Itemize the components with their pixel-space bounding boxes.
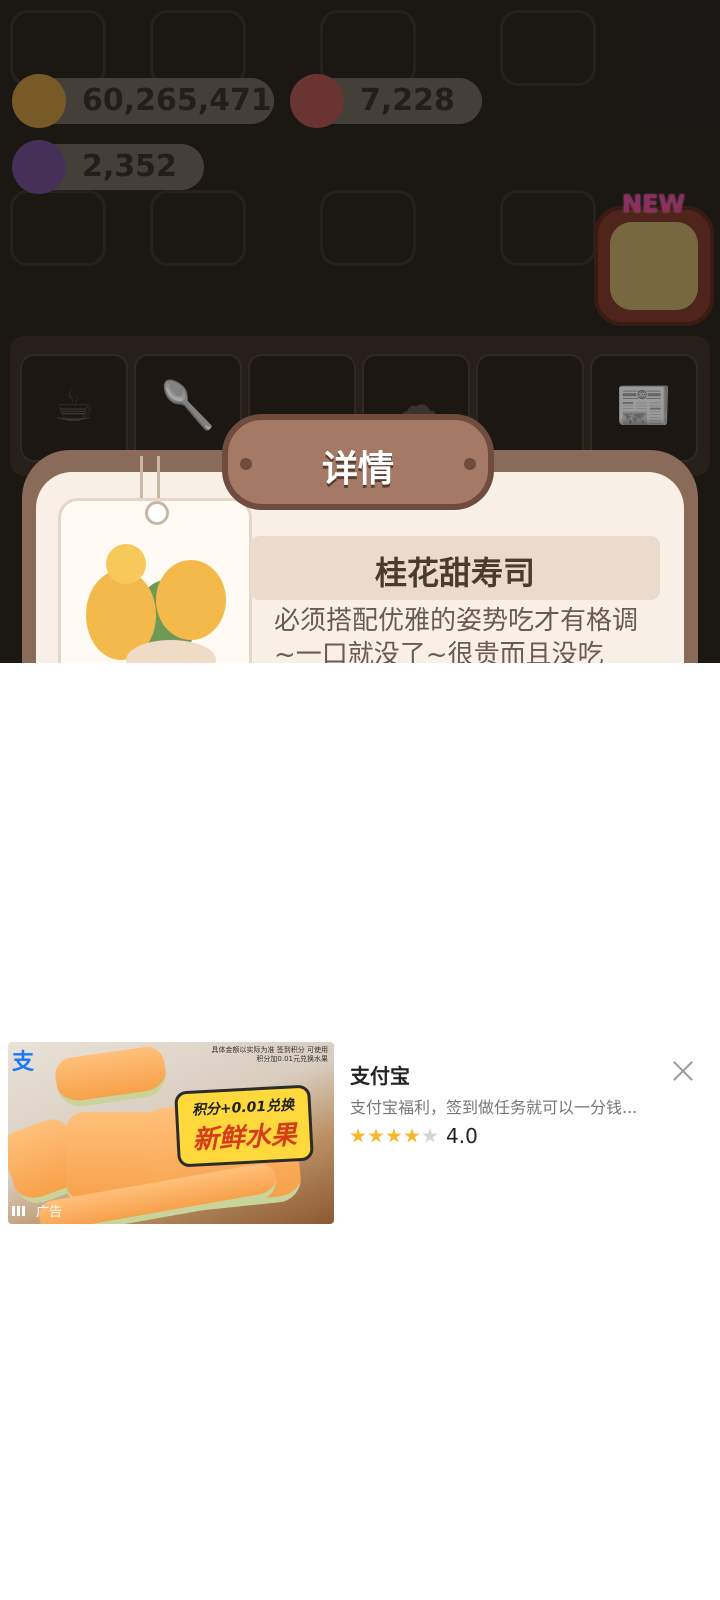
ad-card[interactable]: 支 具体金额以实际为准 签到积分 可使用积分加0.01元兑换水果 积分+0.01… bbox=[0, 1036, 720, 1226]
item-name-banner: 桂花甜寿司 bbox=[250, 536, 660, 600]
alipay-logo-icon: 支 bbox=[12, 1050, 35, 1075]
ad-signal-icon bbox=[12, 1206, 32, 1216]
close-ad-icon[interactable] bbox=[670, 1058, 696, 1084]
ad-label-text: 广告 bbox=[36, 1205, 63, 1220]
ad-promo-badge: 积分+0.01兑换 新鲜水果 bbox=[174, 1084, 314, 1168]
ad-small-print: 具体金额以实际为准 签到积分 可使用积分加0.01元兑换水果 bbox=[211, 1046, 328, 1063]
ad-rating-value: 4.0 bbox=[446, 1124, 478, 1148]
star-icon bbox=[422, 1128, 438, 1143]
star-icon bbox=[404, 1128, 420, 1143]
game-screen: 60,265,471 7,228 2,352 NEW ☕ 🥄 ☁ 📰 详情 桂花… bbox=[0, 0, 720, 663]
star-icon bbox=[386, 1128, 402, 1143]
star-icon bbox=[368, 1128, 384, 1143]
ad-app-description[interactable]: 支付宝福利，签到做任务就可以一分钱... bbox=[350, 1094, 660, 1118]
tag-hole bbox=[145, 501, 169, 525]
melon-slice bbox=[53, 1044, 169, 1110]
details-title: 详情 bbox=[321, 449, 394, 490]
ad-rating-stars bbox=[350, 1128, 440, 1148]
item-name: 桂花甜寿司 bbox=[374, 554, 535, 592]
details-title-plaque: 详情 bbox=[222, 414, 494, 510]
ad-app-name[interactable]: 支付宝 bbox=[350, 1060, 410, 1089]
osmanthus-sushi-icon bbox=[86, 544, 226, 663]
item-description: 必须搭配优雅的姿势吃才有格调~一口就没了~很贵而且没吃 bbox=[274, 606, 639, 663]
star-icon bbox=[350, 1128, 366, 1143]
ad-badge-line2: 新鲜水果 bbox=[191, 1120, 298, 1156]
ad-label: 广告 bbox=[12, 1201, 62, 1220]
ad-image[interactable]: 支 具体金额以实际为准 签到积分 可使用积分加0.01元兑换水果 积分+0.01… bbox=[8, 1042, 334, 1224]
